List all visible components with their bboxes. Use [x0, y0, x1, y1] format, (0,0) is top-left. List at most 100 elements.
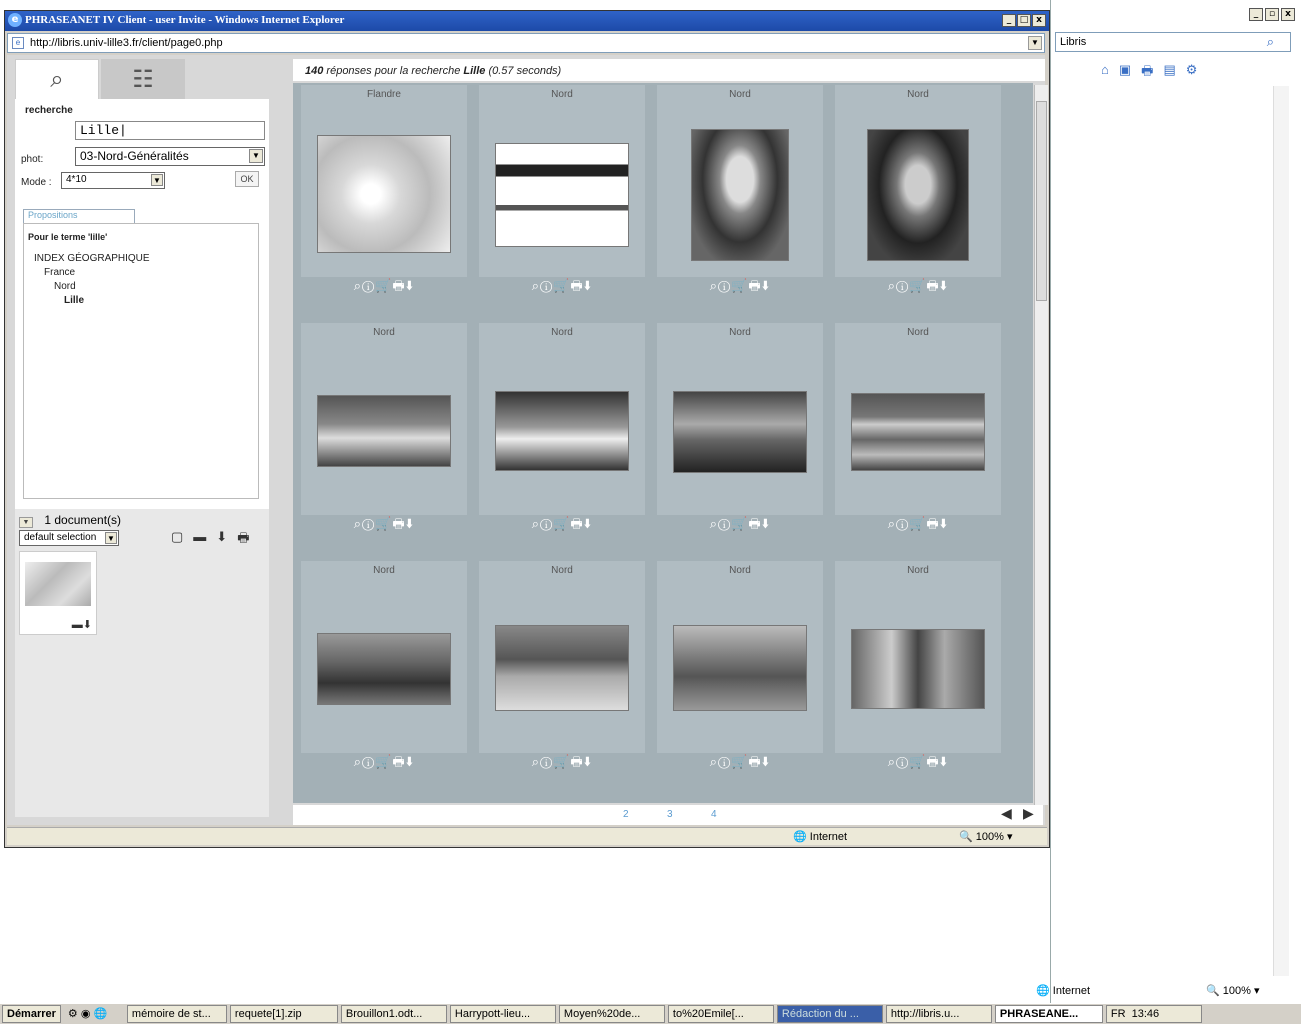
result-tools[interactable]: ⌕ⓘ🛒🖶⬇	[657, 277, 823, 299]
result-thumbnail[interactable]	[317, 395, 451, 467]
print-icon[interactable]: 🖶	[237, 529, 249, 551]
taskbar-item[interactable]: http://libris.u...	[885, 1005, 992, 1023]
result-tools[interactable]: ⌕ⓘ🛒🖶⬇	[657, 515, 823, 537]
search-icon[interactable]: ⌕	[1267, 34, 1274, 50]
collapse-icon[interactable]: ▼	[19, 517, 33, 528]
result-tools[interactable]: ⌕ⓘ🛒🖶⬇	[479, 753, 645, 775]
result-thumbnail[interactable]	[495, 143, 629, 247]
result-card[interactable]: Nord ⌕ⓘ🛒🖶⬇	[479, 561, 645, 769]
tab-thesaurus[interactable]: ☷	[101, 59, 185, 99]
result-card[interactable]: Nord ⌕ⓘ🛒🖶⬇	[479, 85, 645, 293]
tree-item-selected[interactable]: Lille	[64, 295, 84, 306]
result-thumbnail[interactable]	[673, 391, 807, 473]
taskbar-item[interactable]: mémoire de st...	[126, 1005, 227, 1023]
bg-scrollbar[interactable]	[1273, 86, 1289, 976]
result-tools[interactable]: ⌕ⓘ🛒🖶⬇	[835, 753, 1001, 775]
next-page-icon[interactable]: ▶	[1023, 805, 1034, 822]
new-icon[interactable]: ▢	[171, 529, 183, 551]
result-card[interactable]: Nord ⌕ⓘ🛒🖶⬇	[835, 561, 1001, 769]
result-card[interactable]: Nord ⌕ⓘ🛒🖶⬇	[835, 85, 1001, 293]
scroll-thumb[interactable]	[1036, 101, 1047, 301]
bg-minimize-button[interactable]: _	[1249, 8, 1263, 21]
taskbar-item-active[interactable]: PHRASEANE...	[994, 1005, 1103, 1023]
result-thumbnail[interactable]	[495, 625, 629, 711]
page-link[interactable]: 4	[711, 809, 717, 820]
tools-icon[interactable]: ⚙	[1186, 62, 1198, 84]
result-thumbnail[interactable]	[317, 633, 451, 705]
close-button[interactable]: x	[1032, 14, 1046, 27]
basket-item-tools[interactable]: ▬⬇	[72, 618, 92, 631]
result-card[interactable]: Nord ⌕ⓘ🛒🖶⬇	[835, 323, 1001, 531]
result-tools[interactable]: ⌕ⓘ🛒🖶⬇	[301, 515, 467, 537]
chevron-down-icon[interactable]: ▼	[151, 174, 163, 186]
tree-item[interactable]: INDEX GÉOGRAPHIQUE	[34, 253, 150, 264]
query-input[interactable]: Lille|	[75, 121, 265, 140]
chevron-down-icon[interactable]: ▼	[249, 149, 263, 163]
bg-restore-button[interactable]: ▫	[1265, 8, 1279, 21]
result-tools[interactable]: ⌕ⓘ🛒🖶⬇	[835, 515, 1001, 537]
page-link[interactable]: 2	[623, 809, 629, 820]
result-card[interactable]: Nord ⌕ⓘ🛒🖶⬇	[657, 85, 823, 293]
result-thumbnail[interactable]	[851, 629, 985, 709]
result-thumbnail[interactable]	[867, 129, 969, 261]
result-card[interactable]: Nord ⌕ⓘ🛒🖶⬇	[479, 323, 645, 531]
result-thumbnail[interactable]	[673, 625, 807, 711]
taskbar-item[interactable]: Brouillon1.odt...	[340, 1005, 447, 1023]
quick-launch[interactable]: ⚙ ◉ 🌐	[64, 1005, 124, 1023]
prev-page-icon[interactable]: ◀	[1001, 805, 1012, 822]
result-tools[interactable]: ⌕ⓘ🛒🖶⬇	[657, 753, 823, 775]
result-thumbnail[interactable]	[691, 129, 789, 261]
phot-label: phot:	[21, 154, 44, 165]
page-icon[interactable]: ▤	[1163, 62, 1175, 84]
taskbar-item[interactable]: to%20Emile[...	[667, 1005, 774, 1023]
feeds-icon[interactable]: ▣	[1119, 62, 1131, 84]
result-tools[interactable]: ⌕ⓘ🛒🖶⬇	[479, 515, 645, 537]
home-icon[interactable]: ⌂	[1101, 62, 1109, 84]
result-tools[interactable]: ⌕ⓘ🛒🖶⬇	[301, 277, 467, 299]
bg-search-input[interactable]: Libris ⌕	[1055, 32, 1291, 52]
tab-propositions[interactable]: Propositions	[23, 209, 135, 223]
tree-item[interactable]: France	[44, 267, 75, 278]
address-bar[interactable]: e http://libris.univ-lille3.fr/client/pa…	[7, 33, 1045, 53]
tab-search[interactable]: ⌕	[15, 59, 99, 99]
download-icon[interactable]: ⬇	[216, 529, 227, 551]
print-icon[interactable]: 🖶	[1141, 62, 1153, 84]
result-card[interactable]: Flandre ⌕ⓘ🛒🖶⬇	[301, 85, 467, 293]
result-card[interactable]: Nord ⌕ⓘ🛒🖶⬇	[657, 561, 823, 769]
bg-zoom-control[interactable]: 🔍 100% ▾	[1206, 984, 1259, 997]
result-card[interactable]: Nord ⌕ⓘ🛒🖶⬇	[301, 323, 467, 531]
basket-count: 1 document(s)	[44, 513, 122, 527]
result-caption: Flandre	[367, 89, 401, 100]
minimize-button[interactable]: _	[1002, 14, 1016, 27]
zoom-control[interactable]: 🔍 100% ▾	[959, 830, 1012, 843]
language-indicator[interactable]: FR	[1111, 1008, 1126, 1020]
result-thumbnail[interactable]	[317, 135, 451, 253]
mode-select[interactable]: 4*10 ▼	[61, 172, 165, 189]
tree-item[interactable]: Nord	[54, 281, 76, 292]
maximize-button[interactable]: □	[1017, 14, 1031, 27]
result-caption: Nord	[729, 89, 751, 100]
basket-header[interactable]: ▼ 1 document(s)	[19, 513, 267, 528]
ok-button[interactable]: OK	[235, 171, 259, 187]
start-button[interactable]: Démarrer	[2, 1005, 61, 1023]
taskbar-item[interactable]: Moyen%20de...	[558, 1005, 665, 1023]
address-dropdown-icon[interactable]: ▼	[1028, 36, 1042, 50]
result-card[interactable]: Nord ⌕ⓘ🛒🖶⬇	[301, 561, 467, 769]
phot-select[interactable]: 03-Nord-Généralités ▼	[75, 147, 265, 166]
taskbar-item[interactable]: Rédaction du ...	[776, 1005, 883, 1023]
page-link[interactable]: 3	[667, 809, 673, 820]
result-thumbnail[interactable]	[495, 391, 629, 471]
basket-select[interactable]: default selection ▼	[19, 530, 119, 546]
result-tools[interactable]: ⌕ⓘ🛒🖶⬇	[479, 277, 645, 299]
taskbar-item[interactable]: Harrypott-lieu...	[449, 1005, 556, 1023]
results-scrollbar[interactable]	[1034, 85, 1048, 805]
bg-close-button[interactable]: x	[1281, 8, 1295, 21]
result-thumbnail[interactable]	[851, 393, 985, 471]
remove-icon[interactable]: ▬	[193, 529, 206, 551]
result-tools[interactable]: ⌕ⓘ🛒🖶⬇	[301, 753, 467, 775]
result-tools[interactable]: ⌕ⓘ🛒🖶⬇	[835, 277, 1001, 299]
basket-item[interactable]: ▬⬇	[19, 551, 97, 635]
result-card[interactable]: Nord ⌕ⓘ🛒🖶⬇	[657, 323, 823, 531]
chevron-down-icon[interactable]: ▼	[105, 532, 117, 544]
taskbar-item[interactable]: requete[1].zip	[229, 1005, 338, 1023]
